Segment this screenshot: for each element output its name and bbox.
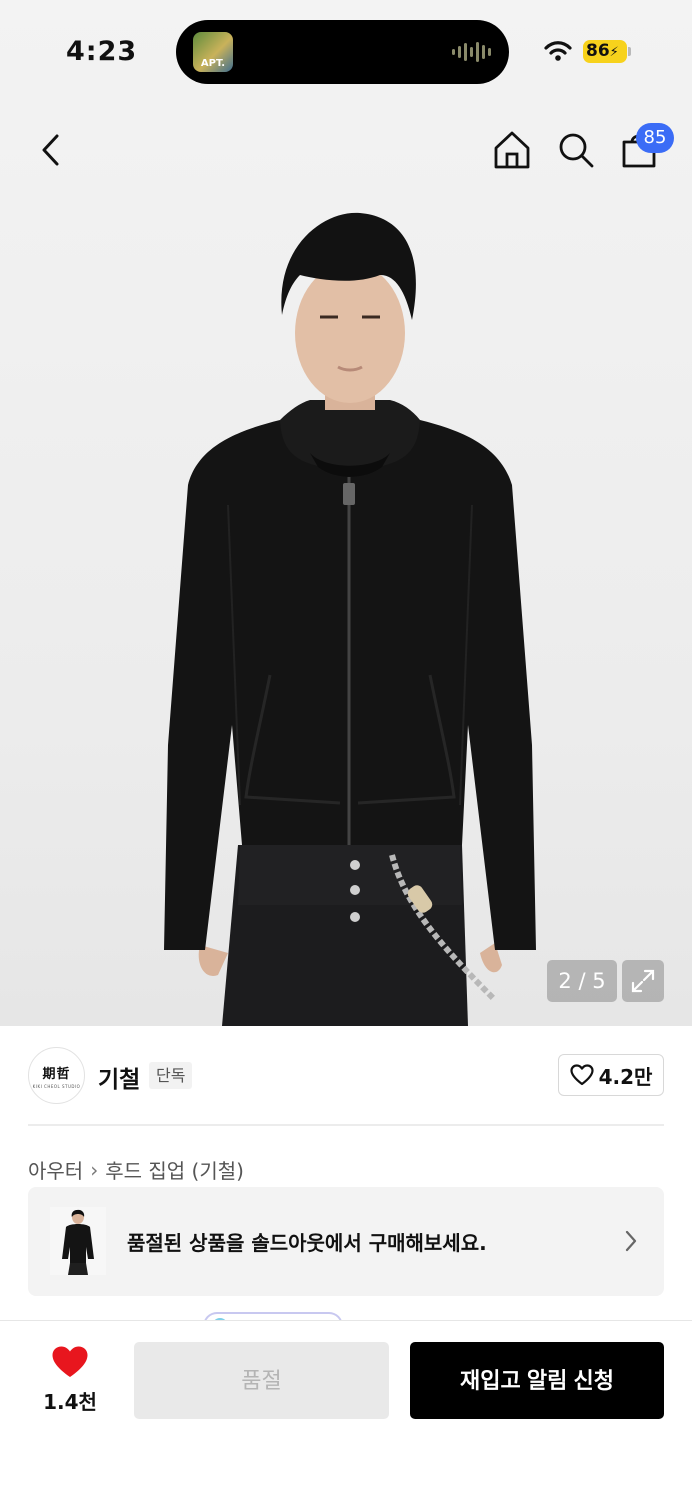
battery-indicator: 86⚡ — [583, 40, 627, 63]
product-photo — [164, 212, 536, 1026]
wifi-icon — [544, 41, 572, 61]
brand-like-button[interactable]: 4.2만 — [558, 1054, 664, 1096]
exclusive-badge: 단독 — [149, 1062, 193, 1089]
audio-waveform-icon — [452, 42, 491, 62]
image-counter: 2 / 5 — [547, 960, 617, 1002]
search-icon — [559, 133, 594, 168]
search-button[interactable] — [554, 128, 598, 172]
expand-image-button[interactable] — [622, 960, 664, 1002]
wish-count: 1.4천 — [43, 1390, 97, 1414]
chevron-right-icon — [625, 1230, 637, 1252]
soldout-marketplace-banner[interactable]: 품절된 상품을 솔드아웃에서 구매해보세요. — [28, 1187, 664, 1296]
brand-logo[interactable]: 期哲 KIKI CHEOL STUDIO — [28, 1047, 85, 1104]
dynamic-island[interactable]: APT. — [176, 20, 509, 84]
home-button[interactable] — [490, 128, 534, 172]
expand-icon — [631, 969, 655, 993]
soldout-button: 품절 — [134, 1342, 389, 1419]
product-thumbnail — [50, 1207, 106, 1275]
back-button[interactable] — [30, 128, 70, 172]
divider — [28, 1124, 664, 1126]
brand-like-count: 4.2만 — [598, 1064, 653, 1089]
heart-filled-icon[interactable] — [51, 1345, 89, 1379]
cart-count-badge: 85 — [636, 123, 674, 153]
soldout-banner-text: 품절된 상품을 솔드아웃에서 구매해보세요. — [127, 1231, 487, 1255]
product-detail-page: 4:23 APT. 86⚡ 85 2 / 5 期哲 KIKI CHEOL STU… — [0, 0, 692, 1500]
restock-alert-button[interactable]: 재입고 알림 신청 — [410, 1342, 664, 1419]
chevron-right-icon: › — [90, 1157, 99, 1182]
breadcrumb: 아우터 › 후드 집업 (기철) — [28, 1155, 244, 1184]
now-playing-artwork: APT. — [193, 32, 233, 72]
battery-tip — [628, 47, 631, 56]
product-image-gallery[interactable]: 4:23 APT. 86⚡ 85 2 / 5 — [0, 0, 692, 1026]
breadcrumb-category[interactable]: 아우터 — [28, 1155, 83, 1184]
heart-outline-icon — [569, 1064, 594, 1086]
home-icon — [494, 131, 530, 169]
status-time: 4:23 — [66, 36, 138, 67]
back-icon — [42, 134, 59, 166]
breadcrumb-subcategory[interactable]: 후드 집업 (기철) — [105, 1155, 244, 1184]
brand-name[interactable]: 기철 — [98, 1060, 140, 1094]
